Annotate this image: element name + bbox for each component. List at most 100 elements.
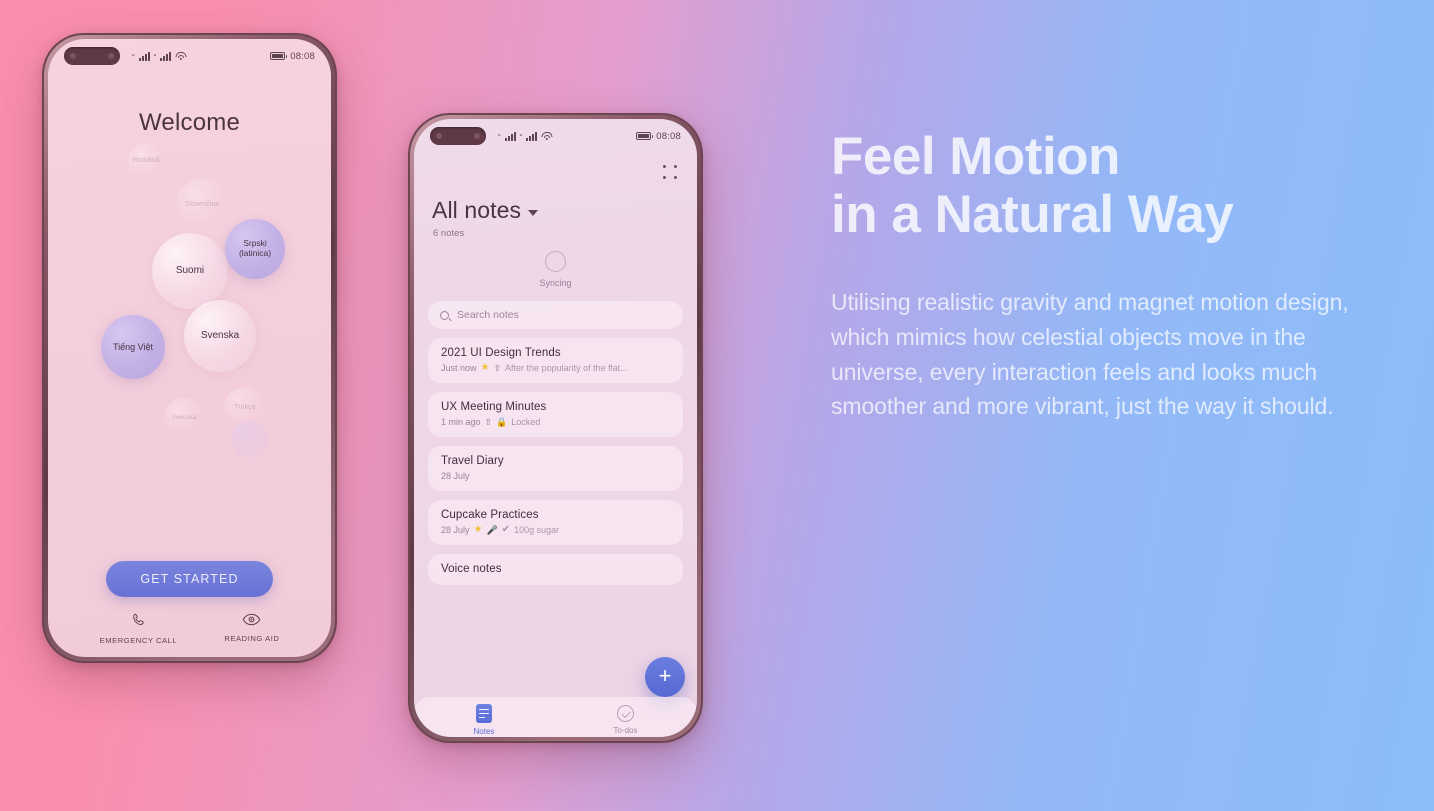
headline-line-2: in a Natural Way bbox=[831, 185, 1234, 245]
note-timestamp: 28 July bbox=[441, 471, 470, 481]
language-bubble[interactable]: Slovenčina bbox=[176, 179, 228, 231]
note-card[interactable]: Cupcake Practices 28 July ★ 🎤 ✔ 100g sugar bbox=[428, 500, 683, 545]
note-title: UX Meeting Minutes bbox=[441, 401, 547, 413]
status-bar-one: “ “ 08:08 bbox=[48, 39, 331, 73]
status-right-group: 08:08 bbox=[636, 131, 681, 142]
marketing-copy: Feel Motion in a Natural Way Utilising r… bbox=[831, 127, 1371, 424]
language-bubble-label: Svenska bbox=[200, 330, 240, 342]
star-icon: ★ bbox=[473, 525, 483, 535]
status-signal-group: “ “ bbox=[132, 51, 187, 62]
language-bubble[interactable]: Srpski (latinica) bbox=[225, 219, 285, 279]
eye-icon bbox=[243, 613, 261, 626]
status-bar-two: “ “ 08:08 bbox=[414, 119, 697, 153]
note-title: Travel Diary bbox=[441, 455, 504, 467]
wifi-icon bbox=[541, 131, 553, 141]
battery-icon bbox=[270, 52, 288, 60]
note-timestamp: 1 min ago bbox=[441, 417, 481, 427]
language-bubble-label: Svenska bbox=[171, 414, 197, 422]
reading-aid-label: READING AID bbox=[224, 634, 280, 643]
star-icon: ★ bbox=[480, 363, 490, 373]
language-bubble[interactable]: Suomi bbox=[152, 233, 228, 309]
camera-lens-icon bbox=[70, 53, 76, 59]
notes-app-body: All notes 6 notes Syncing Search notes 2… bbox=[414, 165, 697, 737]
notes-list: 2021 UI Design Trends Just now ★ ⇧ After the… bbox=[428, 338, 683, 585]
note-card[interactable]: Voice notes bbox=[428, 554, 683, 585]
signal-bars-icon bbox=[504, 131, 516, 141]
note-title: Voice notes bbox=[441, 563, 502, 575]
phone-device-welcome: “ “ 08:08 Welcome Suomi Srpski (latinica)… bbox=[42, 33, 337, 663]
phone-icon bbox=[133, 613, 144, 625]
emergency-call-action[interactable]: EMERGENCY CALL bbox=[100, 612, 178, 645]
status-clock: 08:08 bbox=[656, 130, 681, 142]
notes-count-label: 6 notes bbox=[433, 228, 465, 239]
microphone-icon: 🎤 bbox=[486, 525, 498, 535]
bottom-navigation: Notes To-dos bbox=[414, 697, 697, 737]
pin-icon: ⇧ bbox=[484, 417, 493, 427]
language-bubble[interactable]: Tiếng Việt bbox=[101, 315, 165, 379]
search-icon bbox=[440, 310, 449, 320]
get-started-button[interactable]: GET STARTED bbox=[106, 561, 273, 597]
language-bubble-label: Română bbox=[132, 156, 160, 164]
cta-container: GET STARTED bbox=[48, 561, 331, 597]
language-bubble-label: Suomi bbox=[175, 265, 205, 277]
front-camera-punchhole bbox=[64, 47, 120, 65]
note-card[interactable]: UX Meeting Minutes 1 min ago ⇧ 🔒 Locked bbox=[428, 392, 683, 437]
signal-bars-icon bbox=[526, 131, 538, 141]
sim-label-icon: “ bbox=[498, 132, 501, 142]
note-meta: Just now ★ ⇧ After the popularity of the fl… bbox=[441, 363, 670, 373]
note-timestamp: Just now bbox=[441, 363, 477, 373]
note-card[interactable]: 2021 UI Design Trends Just now ★ ⇧ After the… bbox=[428, 338, 683, 383]
note-meta: 28 July ★ 🎤 ✔ 100g sugar bbox=[441, 525, 670, 535]
search-input[interactable]: Search notes bbox=[428, 301, 683, 329]
signal-bars-icon bbox=[138, 51, 150, 61]
note-excerpt: 100g sugar bbox=[514, 525, 560, 535]
chevron-down-icon[interactable] bbox=[528, 210, 539, 216]
tab-notes[interactable]: Notes bbox=[473, 704, 495, 736]
language-bubble[interactable]: Svenska bbox=[184, 300, 256, 372]
language-bubble-label: Tiếng Việt bbox=[112, 341, 154, 352]
language-bubble[interactable]: Svenska bbox=[164, 398, 204, 438]
language-bubble-label: Türkçe bbox=[234, 403, 256, 411]
welcome-title: Welcome bbox=[139, 109, 240, 136]
phone-two-screen: “ “ 08:08 All notes 6 notes Syncing Sear… bbox=[414, 119, 697, 737]
status-signal-group: “ “ bbox=[498, 131, 553, 142]
pin-icon: ⇧ bbox=[493, 363, 502, 373]
note-meta: 28 July bbox=[441, 471, 670, 481]
note-excerpt: Locked bbox=[511, 417, 541, 427]
language-bubble-label: Srpski (latinica) bbox=[238, 238, 272, 258]
note-title: Cupcake Practices bbox=[441, 509, 539, 521]
notes-header[interactable]: All notes bbox=[428, 197, 683, 224]
sim-label-icon: “ bbox=[153, 52, 157, 62]
front-camera-punchhole bbox=[430, 127, 486, 145]
plus-icon: + bbox=[658, 663, 672, 688]
sim-label-icon: “ bbox=[132, 52, 135, 62]
wifi-icon bbox=[175, 51, 187, 61]
sim-label-icon: “ bbox=[519, 132, 523, 142]
check-icon: ✔ bbox=[501, 525, 511, 535]
status-clock: 08:08 bbox=[290, 50, 315, 62]
search-placeholder: Search notes bbox=[457, 309, 519, 321]
tab-todos-label: To-dos bbox=[613, 726, 638, 735]
phone-one-screen: “ “ 08:08 Welcome Suomi Srpski (latinica)… bbox=[48, 39, 331, 657]
camera-lens-icon bbox=[108, 53, 114, 59]
language-bubble[interactable] bbox=[231, 421, 269, 459]
language-bubble-field: Suomi Srpski (latinica) Tiếng Việt Svenska R… bbox=[48, 143, 331, 513]
notes-icon bbox=[475, 704, 492, 723]
battery-icon bbox=[636, 132, 654, 140]
headline-line-1: Feel Motion bbox=[831, 127, 1120, 186]
lock-icon: 🔒 bbox=[496, 417, 508, 427]
add-note-button[interactable]: + bbox=[645, 657, 685, 697]
note-timestamp: 28 July bbox=[441, 525, 470, 535]
body-copy: Utilising realistic gravity and magnet m… bbox=[831, 288, 1349, 420]
camera-lens-icon bbox=[436, 133, 442, 139]
reading-aid-action[interactable]: READING AID bbox=[224, 612, 279, 645]
tab-notes-label: Notes bbox=[473, 727, 495, 736]
language-bubble[interactable]: Română bbox=[128, 143, 164, 179]
welcome-footer-actions: EMERGENCY CALL READING AID bbox=[48, 612, 331, 645]
note-card[interactable]: Travel Diary 28 July bbox=[428, 446, 683, 491]
grid-menu-icon[interactable] bbox=[663, 165, 679, 181]
page-title: All notes bbox=[432, 197, 522, 223]
phone-device-notes: “ “ 08:08 All notes 6 notes Syncing Sear… bbox=[408, 113, 703, 743]
check-circle-icon bbox=[616, 705, 634, 722]
tab-todos[interactable]: To-dos bbox=[613, 705, 637, 735]
